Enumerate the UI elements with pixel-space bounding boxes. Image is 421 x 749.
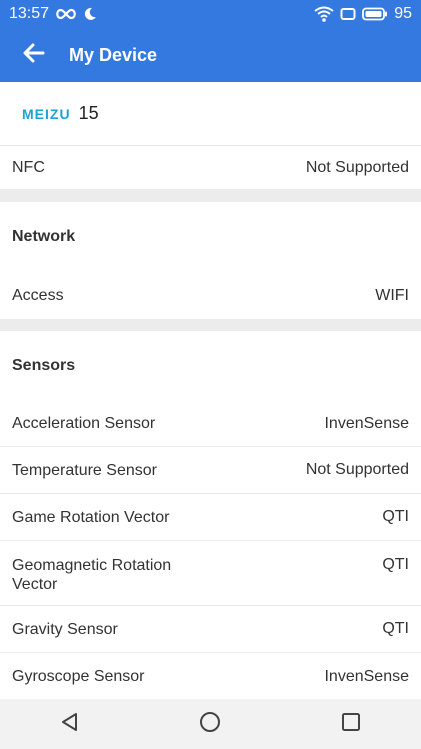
list-item-acceleration-sensor: Acceleration Sensor InvenSense [0,401,421,447]
row-value: QTI [382,508,409,525]
row-value: InvenSense [324,667,409,685]
section-title-network: Network [12,228,76,245]
recents-square-icon [340,711,362,738]
row-label: NFC [12,159,45,176]
row-label: Gravity Sensor [12,620,118,638]
home-circle-icon [198,710,222,739]
infinity-icon [55,7,77,21]
row-value: InvenSense [324,414,409,432]
row-label: Game Rotation Vector [12,508,170,526]
status-time: 13:57 [9,5,50,22]
navigation-bar [0,699,421,749]
battery-level: 95 [394,5,412,22]
nav-back-button[interactable] [48,702,92,746]
list-item-game-rotation-vector: Game Rotation Vector QTI [0,494,421,541]
device-info-list: MEIZU 15 NFC Not Supported Network Acces… [0,82,421,700]
row-label: Acceleration Sensor [12,415,156,432]
list-item-gyroscope-sensor: Gyroscope Sensor InvenSense [0,653,421,700]
screen-icon [340,7,356,21]
page-title: My Device [69,44,158,65]
list-item-temperature-sensor: Temperature Sensor Not Supported [0,447,421,494]
row-value: Not Supported [305,461,409,478]
row-label: Geomagnetic Rotation Vector [12,557,172,593]
app-bar: 13:57 95 My Device [0,0,421,82]
row-label: Gyroscope Sensor [12,668,145,685]
nav-recents-button[interactable] [329,702,373,746]
row-label: Access [12,287,64,304]
list-item-access: Access WIFI [0,272,421,319]
wifi-icon [314,6,334,22]
back-arrow-icon [23,43,45,68]
moon-icon [83,7,97,21]
section-divider [0,319,421,331]
section-title-sensors: Sensors [12,357,76,374]
list-item-geomagnetic-rotation-vector: Geomagnetic Rotation Vector QTI [0,541,421,606]
row-value: QTI [382,620,409,637]
toolbar: My Device [0,28,421,82]
nav-home-button[interactable] [188,702,232,746]
row-value: Not Supported [305,158,409,176]
device-model: 15 [78,103,99,123]
brand-logo: MEIZU [22,105,71,122]
list-item-gravity-sensor: Gravity Sensor QTI [0,606,421,653]
section-divider [0,190,421,202]
back-triangle-icon [59,711,81,738]
status-bar: 13:57 95 [0,0,421,28]
device-header: MEIZU 15 [0,82,421,146]
row-value: QTI [382,556,409,573]
back-button[interactable] [17,38,51,72]
row-value: WIFI [375,286,409,304]
row-label: Temperature Sensor [12,461,157,479]
battery-icon [362,7,388,21]
list-item-nfc: NFC Not Supported [0,146,421,190]
